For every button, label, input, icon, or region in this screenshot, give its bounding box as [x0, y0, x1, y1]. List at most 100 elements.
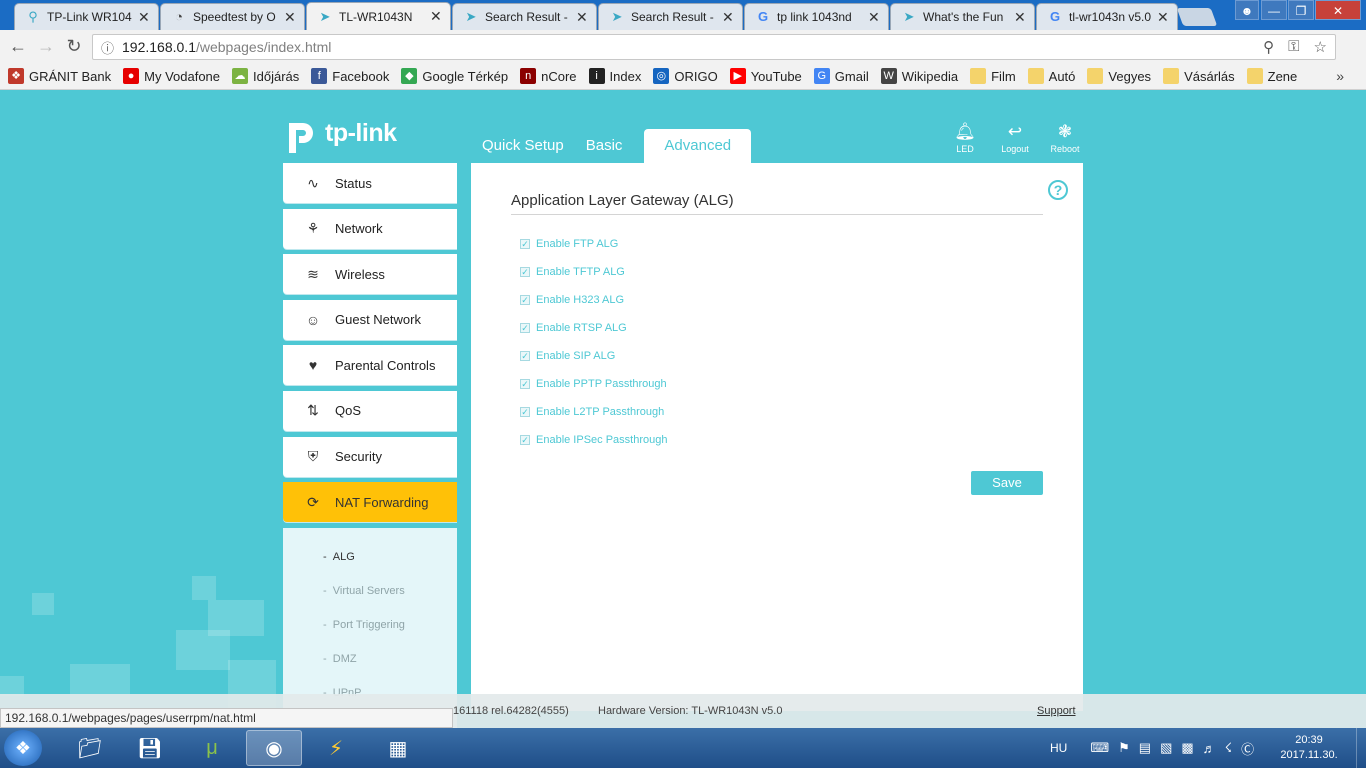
ipsec-passthrough-checkbox[interactable]: ✓ Enable IPSec Passthrough: [520, 426, 667, 454]
bookmark-item[interactable]: Vegyes: [1087, 68, 1151, 84]
bookmark-item[interactable]: n nCore: [520, 68, 577, 84]
tab-advanced[interactable]: Advanced: [644, 129, 752, 163]
cable-icon[interactable]: ☇: [1225, 740, 1232, 756]
show-desktop-button[interactable]: [1356, 728, 1366, 768]
bookmark-item[interactable]: G Gmail: [813, 68, 869, 84]
zoom-icon[interactable]: ⚲: [1263, 38, 1274, 56]
submenu-item-alg[interactable]: - ALG: [283, 540, 457, 574]
close-tab-icon[interactable]: ✕: [284, 9, 296, 26]
utorrent-icon[interactable]: μ: [184, 730, 240, 766]
close-tab-icon[interactable]: ✕: [722, 9, 734, 26]
close-tab-icon[interactable]: ✕: [430, 8, 442, 25]
submenu-item-dmz[interactable]: - DMZ: [283, 642, 457, 676]
browser-tab[interactable]: ⚲ TP-Link WR104 ✕: [14, 3, 159, 30]
submenu-item-virtual-servers[interactable]: - Virtual Servers: [283, 574, 457, 608]
browser-tab[interactable]: G tl-wr1043n v5.0 ✕: [1036, 3, 1178, 30]
sidebar-item-wireless[interactable]: ≋ Wireless: [283, 254, 457, 295]
network-tray-icon[interactable]: ▧: [1160, 740, 1172, 756]
bookmark-item[interactable]: ◎ ORIGO: [653, 68, 718, 84]
tab-quick-setup[interactable]: Quick Setup: [471, 129, 575, 163]
clock[interactable]: 20:39 2017.11.30.: [1278, 733, 1340, 763]
calculator-icon[interactable]: ▦: [370, 730, 426, 766]
sidebar-item-guest-network[interactable]: ☺ Guest Network: [283, 299, 457, 340]
chrome-icon[interactable]: ◉: [246, 730, 302, 766]
file-explorer-icon[interactable]: 📁︎: [62, 730, 118, 766]
close-tab-icon[interactable]: ✕: [576, 9, 588, 26]
bookmark-item[interactable]: Autó: [1027, 68, 1075, 84]
browser-tab[interactable]: ➤ Search Result - ✕: [598, 3, 743, 30]
reboot-button[interactable]: ❃ Reboot: [1048, 122, 1082, 154]
sidebar-item-nat-forwarding[interactable]: ⟳ NAT Forwarding: [283, 482, 457, 523]
reload-icon[interactable]: ↻: [60, 36, 88, 57]
sidebar-item-status[interactable]: ∿ Status: [283, 163, 457, 203]
restore-icon[interactable]: ❐: [1288, 0, 1314, 20]
sidebar-item-qos[interactable]: ⇅ QoS: [283, 390, 457, 431]
logout-button[interactable]: ↩ Logout: [998, 122, 1032, 154]
support-link[interactable]: Support: [1037, 705, 1076, 717]
user-icon[interactable]: ☻: [1235, 0, 1259, 20]
language-indicator[interactable]: HU: [1050, 741, 1067, 755]
help-icon[interactable]: ?: [1048, 180, 1068, 200]
close-tab-icon[interactable]: ✕: [1157, 9, 1169, 26]
checkbox-checked-icon[interactable]: ✓: [520, 435, 530, 445]
volume-icon[interactable]: ♬: [1203, 741, 1216, 756]
bookmark-item[interactable]: ▶ YouTube: [729, 68, 802, 84]
submenu-item-port-triggering[interactable]: - Port Triggering: [283, 608, 457, 642]
url-field[interactable]: ⓘ 192.168.0.1/webpages/index.html ⚲ ⚿ ☆: [92, 34, 1336, 60]
browser-tab-active[interactable]: ➤ TL-WR1043N ✕: [306, 2, 451, 30]
monitor-icon[interactable]: ▩: [1181, 740, 1193, 756]
bookmark-item[interactable]: i Index: [588, 68, 641, 84]
bookmark-item[interactable]: ☁ Időjárás: [232, 68, 299, 84]
checkbox-checked-icon[interactable]: ✓: [520, 351, 530, 361]
close-tab-icon[interactable]: ✕: [138, 9, 150, 26]
close-tab-icon[interactable]: ✕: [868, 9, 880, 26]
skype-icon[interactable]: Ⓒ: [1241, 739, 1254, 758]
back-icon[interactable]: ←: [4, 36, 32, 57]
browser-tab[interactable]: ◔ Speedtest by O ✕: [160, 3, 305, 30]
browser-tab[interactable]: G tp link 1043nd ✕: [744, 3, 889, 30]
browser-tab[interactable]: ➤ What's the Fun ✕: [890, 3, 1035, 30]
new-tab-button[interactable]: [1176, 8, 1218, 26]
device-icon[interactable]: ▤: [1139, 740, 1151, 756]
bookmark-item[interactable]: Zene: [1246, 68, 1297, 84]
floppy-save-icon[interactable]: 💾︎: [122, 730, 178, 766]
led-button[interactable]: 🔔︎ LED: [948, 122, 982, 154]
info-icon[interactable]: ⓘ: [101, 38, 114, 57]
forward-icon[interactable]: →: [32, 36, 60, 57]
l2tp-passthrough-checkbox[interactable]: ✓ Enable L2TP Passthrough: [520, 398, 667, 426]
close-window-icon[interactable]: ✕: [1315, 0, 1361, 20]
checkbox-checked-icon[interactable]: ✓: [520, 239, 530, 249]
pptp-passthrough-checkbox[interactable]: ✓ Enable PPTP Passthrough: [520, 370, 667, 398]
bookmark-item[interactable]: ❖ GRÁNIT Bank: [8, 68, 111, 84]
bookmark-item[interactable]: f Facebook: [311, 68, 389, 84]
bookmark-item[interactable]: W Wikipedia: [880, 68, 958, 84]
sidebar-item-parental-controls[interactable]: ♥ Parental Controls: [283, 345, 457, 386]
lightning-app-icon[interactable]: ⚡︎: [308, 730, 364, 766]
bookmark-item[interactable]: Vásárlás: [1163, 68, 1235, 84]
bookmark-item[interactable]: Film: [970, 68, 1016, 84]
checkbox-checked-icon[interactable]: ✓: [520, 407, 530, 417]
tftp-alg-checkbox[interactable]: ✓ Enable TFTP ALG: [520, 258, 667, 286]
minimize-icon[interactable]: —: [1261, 0, 1287, 20]
rtsp-alg-checkbox[interactable]: ✓ Enable RTSP ALG: [520, 314, 667, 342]
star-icon[interactable]: ☆: [1314, 38, 1327, 56]
bookmark-item[interactable]: ◆ Google Térkép: [401, 68, 508, 84]
keyboard-icon[interactable]: ⌨: [1090, 740, 1109, 756]
sip-alg-checkbox[interactable]: ✓ Enable SIP ALG: [520, 342, 667, 370]
browser-tab[interactable]: ➤ Search Result - ✕: [452, 3, 597, 30]
tab-basic[interactable]: Basic: [575, 129, 634, 163]
sidebar-item-security[interactable]: ⛨ Security: [283, 436, 457, 477]
bookmark-item[interactable]: ● My Vodafone: [123, 68, 220, 84]
close-tab-icon[interactable]: ✕: [1014, 9, 1026, 26]
checkbox-checked-icon[interactable]: ✓: [520, 323, 530, 333]
sidebar-item-network[interactable]: ⚘ Network: [283, 208, 457, 249]
checkbox-checked-icon[interactable]: ✓: [520, 295, 530, 305]
bookmarks-overflow-icon[interactable]: »: [1336, 68, 1344, 84]
save-button[interactable]: Save: [971, 471, 1043, 495]
h323-alg-checkbox[interactable]: ✓ Enable H323 ALG: [520, 286, 667, 314]
checkbox-checked-icon[interactable]: ✓: [520, 379, 530, 389]
flag-icon[interactable]: ⚑: [1118, 740, 1130, 756]
start-button[interactable]: ❖: [4, 730, 42, 766]
ftp-alg-checkbox[interactable]: ✓ Enable FTP ALG: [520, 230, 667, 258]
key-icon[interactable]: ⚿: [1288, 38, 1299, 56]
